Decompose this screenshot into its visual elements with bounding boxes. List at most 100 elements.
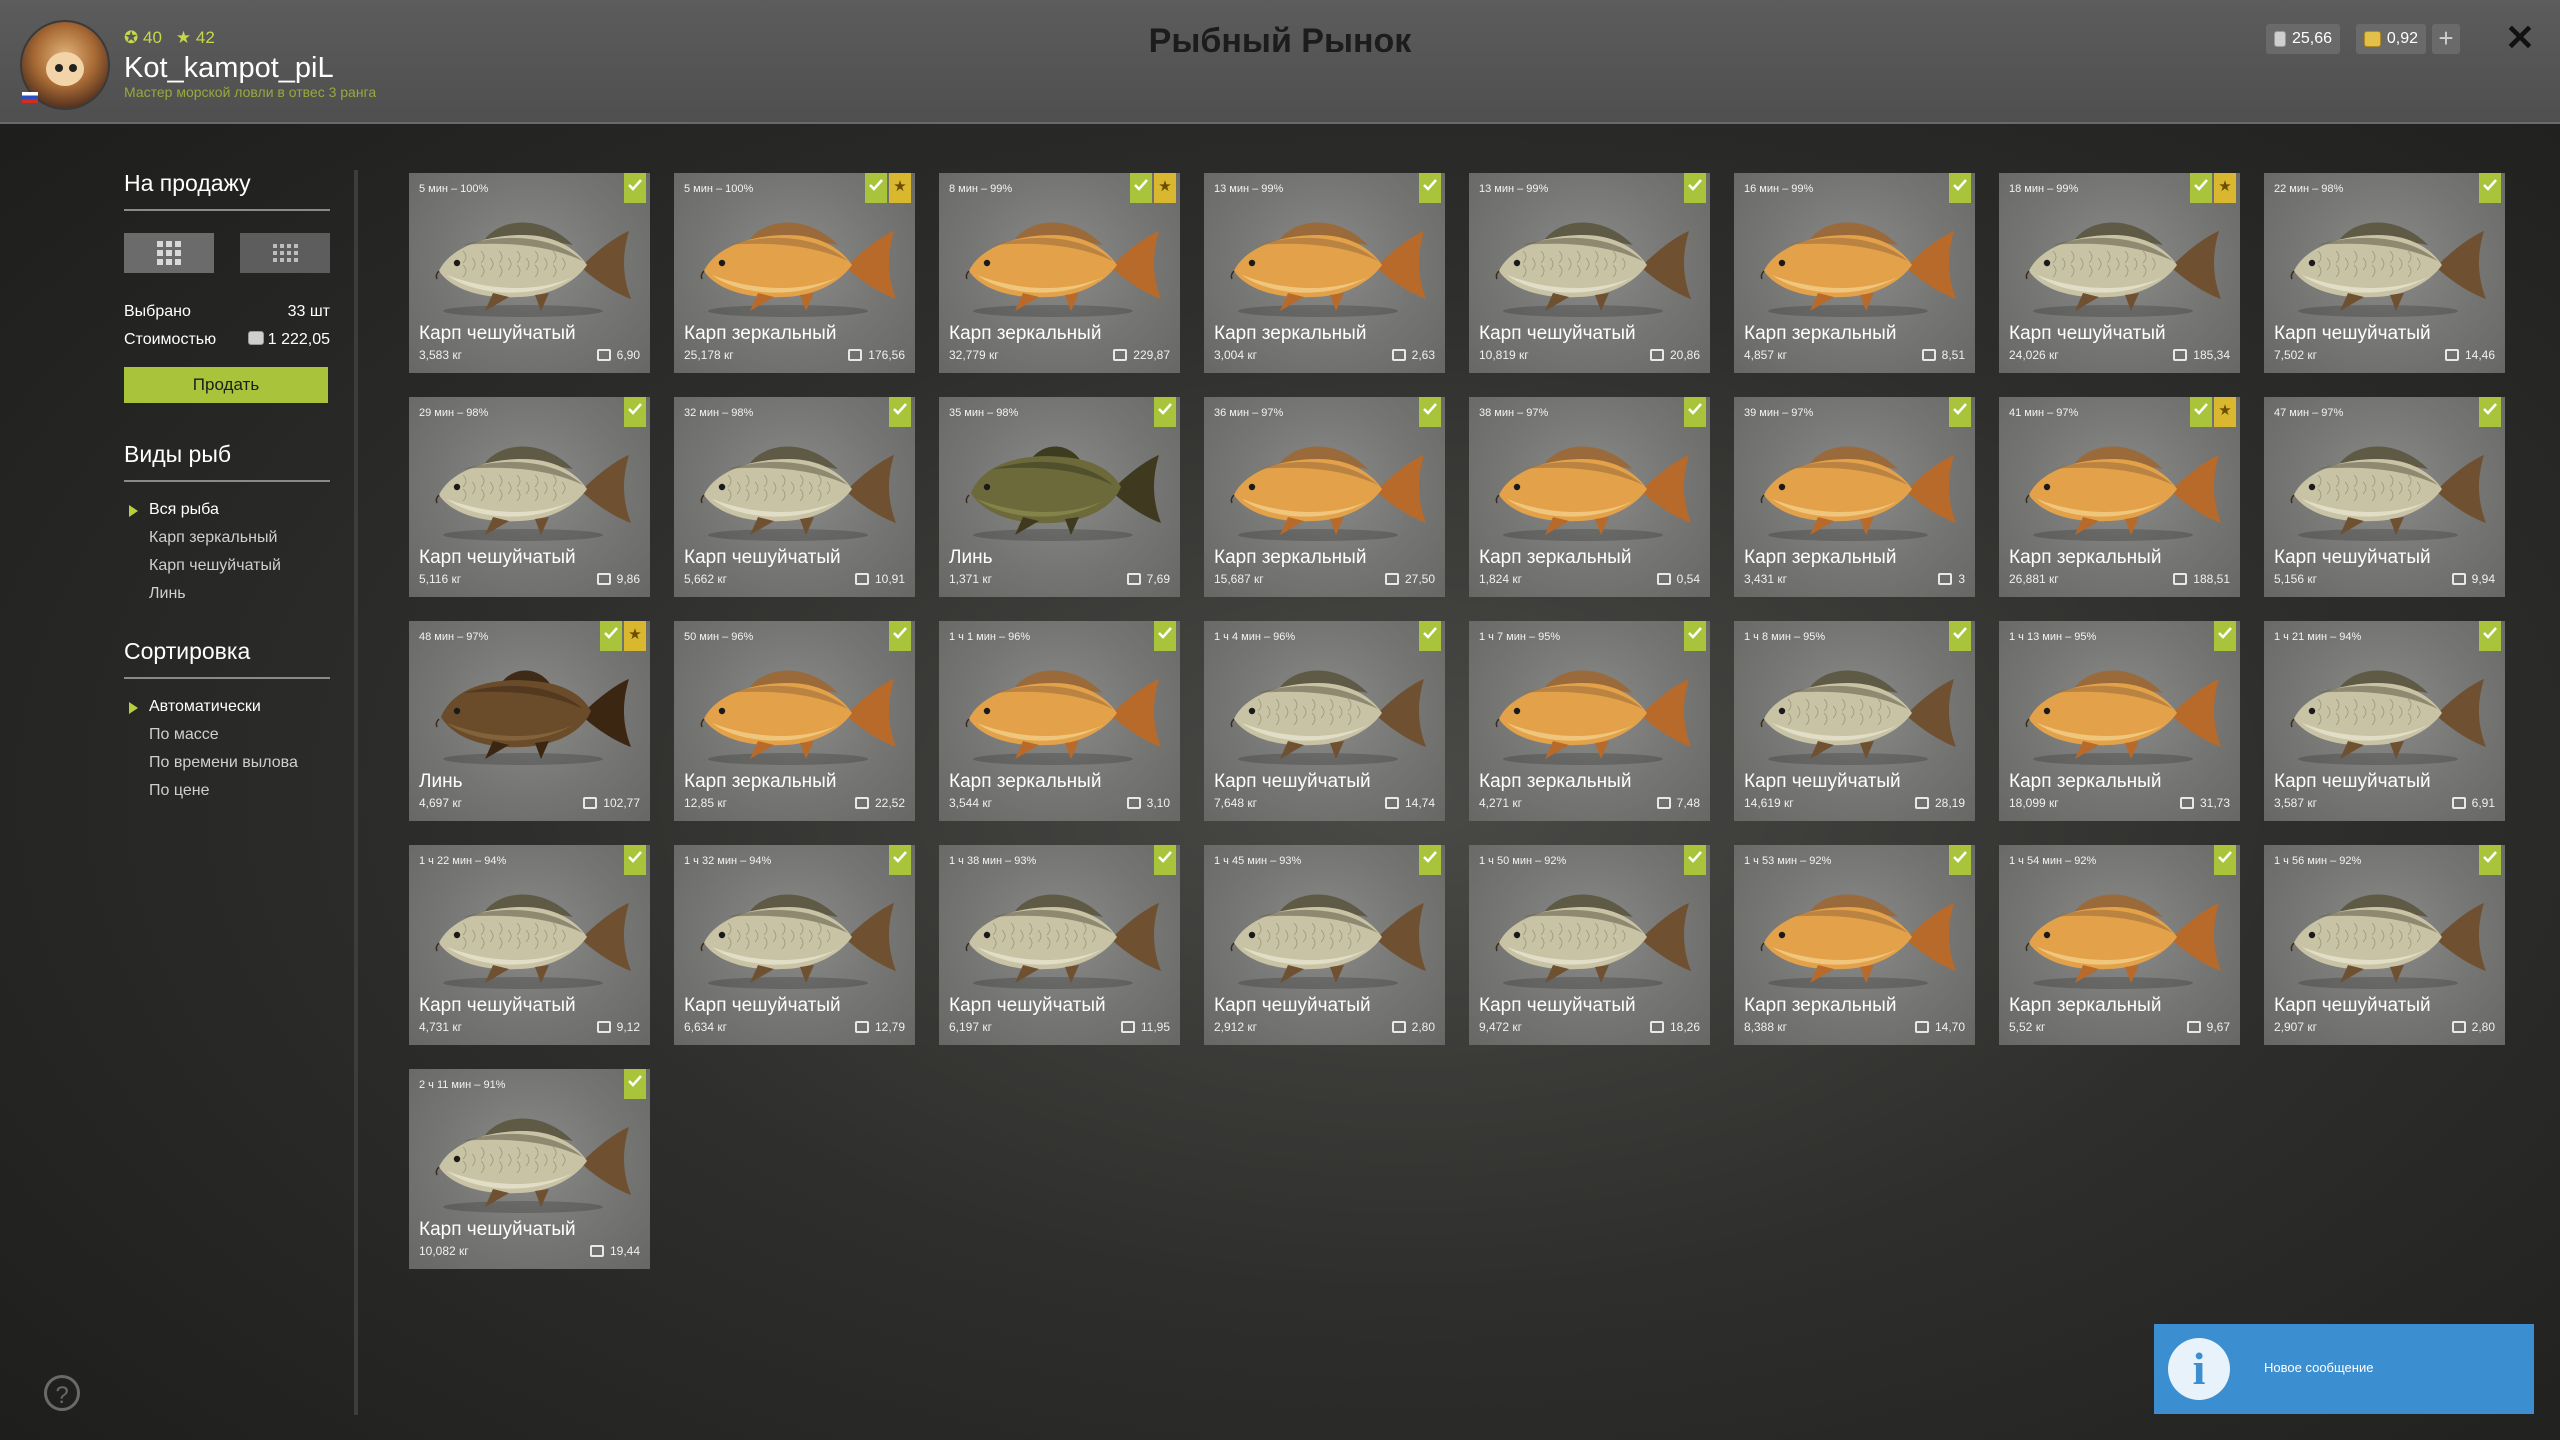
close-button[interactable]: ✕ — [2502, 18, 2538, 58]
selected-check-icon[interactable] — [2479, 845, 2501, 875]
fish-card[interactable]: 1 ч 8 мин – 95% Карп чешуйчатый 14,619 кг 2… — [1734, 621, 1975, 821]
fish-card[interactable]: 1 ч 45 мин – 93% Карп чешуйчатый 2,912 кг 2… — [1204, 845, 1445, 1045]
sort-auto[interactable]: Автоматически — [124, 693, 330, 721]
add-currency-button[interactable]: + — [2432, 24, 2460, 54]
selected-check-icon[interactable] — [624, 1069, 646, 1099]
selected-check-icon[interactable] — [1419, 397, 1441, 427]
fish-type-tench[interactable]: Линь — [124, 580, 330, 608]
selected-check-icon[interactable] — [1949, 173, 1971, 203]
fish-card[interactable]: 13 мин – 99% Карп зеркальный 3,004 кг 2,63 — [1204, 173, 1445, 373]
fish-card[interactable]: 1 ч 1 мин – 96% Карп зеркальный 3,544 кг 3,… — [939, 621, 1180, 821]
fish-card[interactable]: 41 мин – 97% ★ Карп зеркальный 26,881 кг 188… — [1999, 397, 2240, 597]
selected-check-icon[interactable] — [2190, 397, 2212, 427]
player-stats: ✪ 40 ★ 42 — [124, 28, 215, 48]
selected-check-icon[interactable] — [1949, 845, 1971, 875]
fish-card[interactable]: 1 ч 53 мин – 92% Карп зеркальный 8,388 кг 1… — [1734, 845, 1975, 1045]
notification-toast[interactable]: i Новое сообщение — [2154, 1324, 2534, 1414]
fish-card[interactable]: 32 мин – 98% Карп чешуйчатый 5,662 кг 10,91 — [674, 397, 915, 597]
selected-check-icon[interactable] — [624, 397, 646, 427]
fish-card[interactable]: 1 ч 21 мин – 94% Карп чешуйчатый 3,587 кг 6… — [2264, 621, 2505, 821]
selected-check-icon[interactable] — [2479, 397, 2501, 427]
fish-price: 2,80 — [1391, 1020, 1435, 1034]
selected-check-icon[interactable] — [1419, 621, 1441, 651]
fish-card[interactable]: 1 ч 32 мин – 94% Карп чешуйчатый 6,634 кг 1… — [674, 845, 915, 1045]
selected-check-icon[interactable] — [2214, 621, 2236, 651]
selected-check-icon[interactable] — [1130, 173, 1152, 203]
fish-card[interactable]: 38 мин – 97% Карп зеркальный 1,824 кг 0,54 — [1469, 397, 1710, 597]
fish-card[interactable]: 50 мин – 96% Карп зеркальный 12,85 кг 22,52 — [674, 621, 915, 821]
fish-price: 27,50 — [1384, 572, 1435, 586]
selected-check-icon[interactable] — [1949, 621, 1971, 651]
fish-card[interactable]: 18 мин – 99% ★ Карп чешуйчатый 24,026 кг 185… — [1999, 173, 2240, 373]
fish-type-all[interactable]: Вся рыба — [124, 496, 330, 524]
fish-card[interactable]: 2 ч 11 мин – 91% Карп чешуйчатый 10,082 кг… — [409, 1069, 650, 1269]
fish-card[interactable]: 16 мин – 99% Карп зеркальный 4,857 кг 8,51 — [1734, 173, 1975, 373]
sort-by-price[interactable]: По цене — [124, 777, 330, 805]
fish-card[interactable]: 5 мин – 100% Карп чешуйчатый 3,583 кг 6,90 — [409, 173, 650, 373]
fish-card[interactable]: 1 ч 56 мин – 92% Карп чешуйчатый 2,907 кг 2… — [2264, 845, 2505, 1045]
fish-card[interactable]: 29 мин – 98% Карп чешуйчатый 5,116 кг 9,86 — [409, 397, 650, 597]
selected-check-icon[interactable] — [1154, 397, 1176, 427]
fish-type-common-carp[interactable]: Карп чешуйчатый — [124, 552, 330, 580]
sidebar-divider — [354, 170, 358, 1415]
selected-check-icon[interactable] — [2190, 173, 2212, 203]
silver-coin-icon — [1914, 797, 1929, 809]
selected-check-icon[interactable] — [865, 173, 887, 203]
silver-coin-icon — [247, 331, 264, 345]
fish-image — [965, 446, 1161, 541]
selected-check-icon[interactable] — [2214, 845, 2236, 875]
selected-check-icon[interactable] — [889, 845, 911, 875]
fish-card[interactable]: 1 ч 13 мин – 95% Карп зеркальный 18,099 кг… — [1999, 621, 2240, 821]
sort-by-time[interactable]: По времени вылова — [124, 749, 330, 777]
fish-card[interactable]: 48 мин – 97% ★ Линь 4,697 кг 102,77 — [409, 621, 650, 821]
sell-button[interactable]: Продать — [124, 367, 328, 403]
selected-check-icon[interactable] — [1154, 845, 1176, 875]
fish-card[interactable]: 8 мин – 99% ★ Карп зеркальный 32,779 кг 229,… — [939, 173, 1180, 373]
fish-card[interactable]: 47 мин – 97% Карп чешуйчатый 5,156 кг 9,94 — [2264, 397, 2505, 597]
fish-price: 102,77 — [583, 796, 640, 810]
fish-weight: 32,779 кг — [949, 348, 999, 362]
fish-card[interactable]: 1 ч 22 мин – 94% Карп чешуйчатый 4,731 кг 9… — [409, 845, 650, 1045]
selected-check-icon[interactable] — [1684, 845, 1706, 875]
fish-card[interactable]: 1 ч 4 мин – 96% Карп чешуйчатый 7,648 кг 14… — [1204, 621, 1445, 821]
fish-card[interactable]: 13 мин – 99% Карп чешуйчатый 10,819 кг 20,8… — [1469, 173, 1710, 373]
player-rank: Мастер морской ловли в отвес 3 ранга — [124, 84, 377, 100]
fish-card[interactable]: 36 мин – 97% Карп зеркальный 15,687 кг 27,5… — [1204, 397, 1445, 597]
large-grid-view-button[interactable] — [124, 233, 214, 273]
small-grid-view-button[interactable] — [240, 233, 330, 273]
fish-card[interactable]: 5 мин – 100% ★ Карп зеркальный 25,178 кг 176… — [674, 173, 915, 373]
fish-name: Карп зеркальный — [949, 323, 1102, 344]
help-icon[interactable]: ? — [44, 1375, 80, 1411]
silver-coin-icon — [1656, 573, 1671, 585]
sort-by-weight[interactable]: По массе — [124, 721, 330, 749]
fish-type-mirror-carp[interactable]: Карп зеркальный — [124, 524, 330, 552]
selected-check-icon[interactable] — [2479, 621, 2501, 651]
star-icon: ★ — [175, 28, 192, 47]
fish-card[interactable]: 1 ч 50 мин – 92% Карп чешуйчатый 9,472 кг 1… — [1469, 845, 1710, 1045]
fish-price: 31,73 — [2179, 796, 2230, 810]
fish-image — [1760, 222, 1956, 317]
selected-check-icon[interactable] — [889, 621, 911, 651]
selected-check-icon[interactable] — [1154, 621, 1176, 651]
fish-card[interactable]: 35 мин – 98% Линь 1,371 кг 7,69 — [939, 397, 1180, 597]
fish-card[interactable]: 39 мин – 97% Карп зеркальный 3,431 кг 3 — [1734, 397, 1975, 597]
selected-check-icon[interactable] — [600, 621, 622, 651]
selected-check-icon[interactable] — [1419, 173, 1441, 203]
selected-check-icon[interactable] — [1419, 845, 1441, 875]
selected-check-icon[interactable] — [2479, 173, 2501, 203]
fish-image — [1495, 894, 1691, 989]
info-icon: i — [2168, 1338, 2230, 1400]
fish-card[interactable]: 22 мин – 98% Карп чешуйчатый 7,502 кг 14,46 — [2264, 173, 2505, 373]
fish-card[interactable]: 1 ч 7 мин – 95% Карп зеркальный 4,271 кг 7,… — [1469, 621, 1710, 821]
selected-check-icon[interactable] — [1684, 397, 1706, 427]
selected-check-icon[interactable] — [624, 845, 646, 875]
selected-check-icon[interactable] — [1684, 621, 1706, 651]
fish-name: Карп зеркальный — [2009, 771, 2162, 792]
selected-check-icon[interactable] — [624, 173, 646, 203]
selected-check-icon[interactable] — [889, 397, 911, 427]
fish-card[interactable]: 1 ч 54 мин – 92% Карп зеркальный 5,52 кг 9,… — [1999, 845, 2240, 1045]
selected-check-icon[interactable] — [1684, 173, 1706, 203]
fish-card[interactable]: 1 ч 38 мин – 93% Карп чешуйчатый 6,197 кг 1… — [939, 845, 1180, 1045]
selected-check-icon[interactable] — [1949, 397, 1971, 427]
fish-name: Карп зеркальный — [1479, 771, 1632, 792]
